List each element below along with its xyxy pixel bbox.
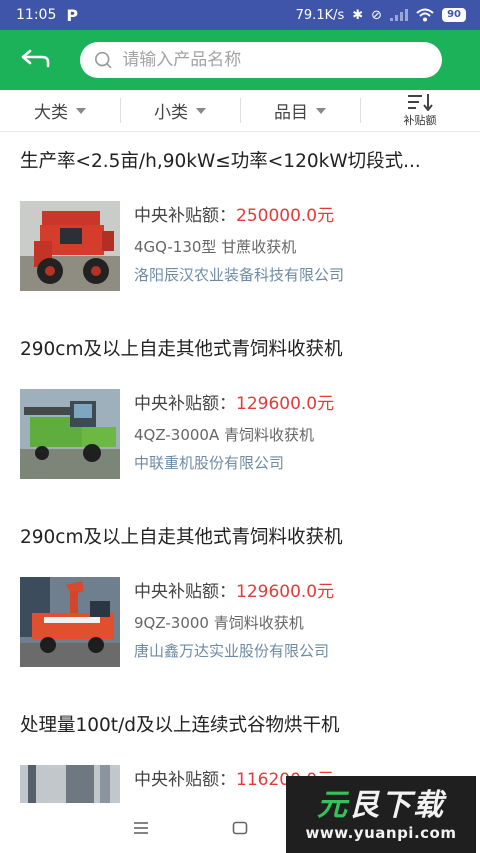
caret-down-icon	[196, 107, 206, 114]
product-image	[20, 765, 120, 803]
app-notification-icon: P	[66, 5, 79, 25]
product-list: 生产率<2.5亩/h,90kW≤功率<120kW切段式... 中央补贴额：250…	[0, 133, 480, 803]
list-item[interactable]: 290cm及以上自走其他式青饲料收获机 中央补贴额：129600.0元 9QZ-…	[0, 509, 480, 697]
filter-category[interactable]: 大类	[0, 90, 120, 131]
caret-down-icon	[316, 107, 326, 114]
product-image	[20, 577, 120, 667]
top-header	[0, 30, 480, 90]
caret-down-icon	[76, 107, 86, 114]
net-speed: 79.1K/s	[295, 7, 345, 23]
sort-icon	[408, 94, 433, 111]
sort-subsidy-button[interactable]: 补贴额	[360, 90, 480, 131]
subsidy-amount: 129600.0元	[236, 582, 335, 602]
filter-item[interactable]: 品目	[240, 90, 360, 131]
filter-subcategory[interactable]: 小类	[120, 90, 240, 131]
search-input[interactable]	[122, 50, 428, 70]
search-bar[interactable]	[80, 42, 442, 78]
product-model: 9QZ-3000 青饲料收获机	[134, 614, 304, 632]
product-image	[20, 201, 120, 291]
product-title: 290cm及以上自走其他式青饲料收获机	[20, 527, 343, 548]
filter-item-label: 品目	[274, 103, 308, 123]
product-title: 生产率<2.5亩/h,90kW≤功率<120kW切段式...	[20, 151, 421, 172]
product-model: 4GQ-130型 甘蔗收获机	[134, 238, 297, 256]
product-title: 290cm及以上自走其他式青饲料收获机	[20, 339, 343, 360]
watermark-logo: 元艮下载 www.yuanpi.com	[286, 776, 476, 853]
subsidy-amount: 129600.0元	[236, 394, 335, 414]
subsidy-label: 中央补贴额：	[134, 582, 236, 602]
list-item[interactable]: 生产率<2.5亩/h,90kW≤功率<120kW切段式... 中央补贴额：250…	[0, 133, 480, 321]
filter-category-label: 大类	[34, 103, 68, 123]
filter-subcategory-label: 小类	[154, 103, 188, 123]
watermark-title-2: 艮	[349, 787, 381, 823]
subsidy-amount: 250000.0元	[236, 206, 335, 226]
product-company: 唐山鑫万达实业股份有限公司	[134, 642, 330, 660]
filter-bar: 大类 小类 品目 补贴额	[0, 90, 480, 132]
subsidy-label: 中央补贴额：	[134, 206, 236, 226]
menu-icon[interactable]	[133, 821, 149, 835]
bluetooth-icon: ✱	[352, 7, 364, 23]
home-icon[interactable]	[232, 821, 248, 835]
signal-icon	[390, 9, 409, 21]
product-company: 洛阳辰汉农业装备科技有限公司	[134, 266, 345, 284]
watermark-title-1: 元	[317, 787, 349, 823]
watermark-url: www.yuanpi.com	[305, 823, 457, 842]
subsidy-label: 中央补贴额：	[134, 394, 236, 414]
watermark-title-3: 下载	[381, 787, 445, 823]
status-bar: 11:05 P 79.1K/s ✱ ⊘ 90	[0, 0, 480, 30]
status-time: 11:05	[16, 7, 57, 23]
subsidy-label: 中央补贴额：	[134, 770, 236, 790]
alarm-off-icon: ⊘	[371, 7, 383, 23]
sort-label: 补贴额	[403, 114, 437, 127]
product-title: 处理量100t/d及以上连续式谷物烘干机	[20, 715, 340, 736]
list-item[interactable]: 290cm及以上自走其他式青饲料收获机 中央补贴额：129600.0元 4QZ-…	[0, 321, 480, 509]
wifi-icon	[416, 8, 434, 22]
battery-icon: 90	[442, 8, 466, 22]
back-arrow-icon[interactable]	[18, 45, 52, 75]
product-company: 中联重机股份有限公司	[134, 454, 285, 472]
product-image	[20, 389, 120, 479]
product-model: 4QZ-3000A 青饲料收获机	[134, 426, 314, 444]
search-icon	[95, 51, 112, 69]
